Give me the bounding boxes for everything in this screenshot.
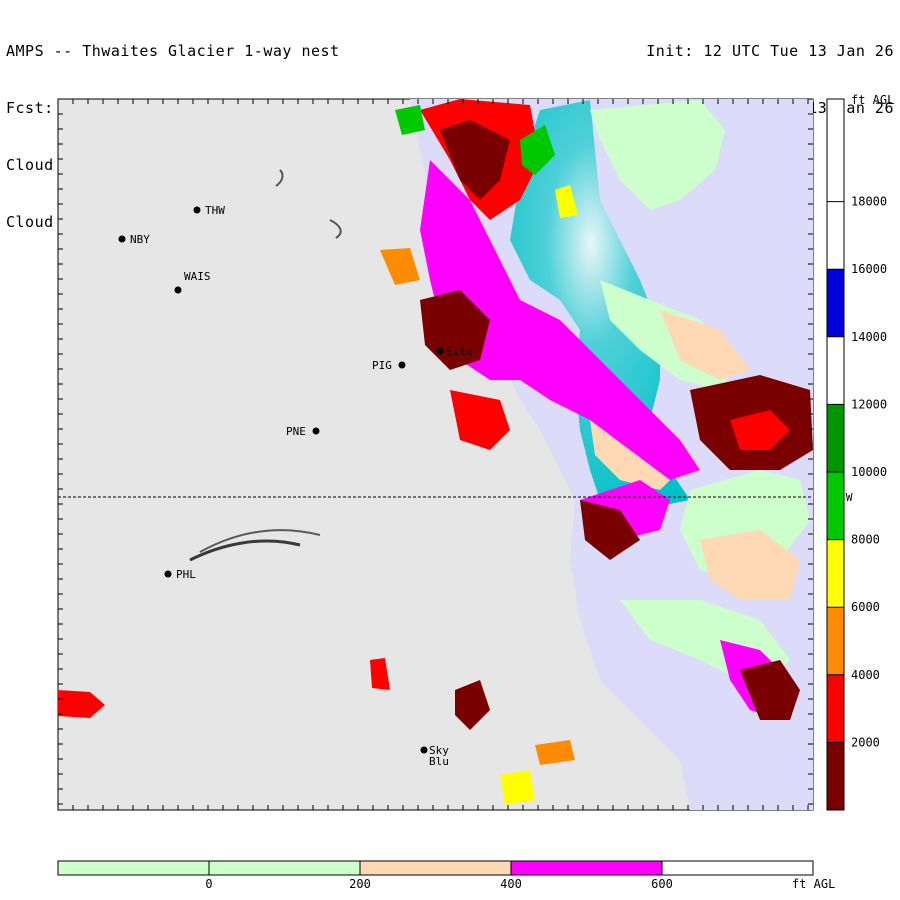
station-dot-pne bbox=[312, 427, 320, 435]
colorbar-bottom-tick-label: 600 bbox=[651, 877, 673, 891]
colorbar-bottom-segment bbox=[208, 860, 361, 876]
station-label-wais: WAIS bbox=[184, 270, 211, 283]
colorbar-right-tick-label: 6000 bbox=[851, 600, 880, 614]
colorbar-right-tick-label: 18000 bbox=[851, 195, 887, 209]
map-canvas: 90 W THWNBYWAISSitePIGPNEPHLSkyBlu ft AG… bbox=[57, 93, 894, 891]
colorbar-right-tick-label: 4000 bbox=[851, 668, 880, 682]
station-dot-sky bbox=[420, 746, 428, 754]
station-dot-phl bbox=[164, 570, 172, 578]
colorbar-right-tick-label: 2000 bbox=[851, 735, 880, 749]
yellow-patch-2 bbox=[500, 770, 535, 805]
station-label-blu: Blu bbox=[429, 755, 449, 768]
colorbar-bottom-tick-label: 0 bbox=[205, 877, 212, 891]
station-label-thw: THW bbox=[205, 204, 225, 217]
colorbar-bottom-segment bbox=[359, 860, 512, 876]
colorbar-bottom-unit: ft AGL bbox=[792, 877, 835, 891]
station-dot-wais bbox=[174, 286, 182, 294]
colorbar-right-segment bbox=[827, 539, 844, 608]
colorbar-bottom-tick-label: 400 bbox=[500, 877, 522, 891]
station-label-phl: PHL bbox=[176, 568, 196, 581]
colorbar-right-tick-label: 12000 bbox=[851, 397, 887, 411]
colorbar-right: ft AGL 2000 4000 6000 8000 10000 12000 14000 16… bbox=[826, 93, 894, 811]
station-dot-nby bbox=[118, 235, 126, 243]
station-dot-thw bbox=[193, 206, 201, 214]
colorbar-right-segment bbox=[827, 742, 844, 810]
colorbar-right-tick-label: 10000 bbox=[851, 465, 887, 479]
colorbar-right-segment bbox=[827, 404, 844, 472]
colorbar-right-tick-label: 14000 bbox=[851, 330, 887, 344]
colorbar-right-tick-label: 16000 bbox=[851, 262, 887, 276]
station-label-pig: PIG bbox=[372, 359, 392, 372]
colorbar-bottom-segment bbox=[510, 860, 663, 876]
colorbar-right-unit: ft AGL bbox=[851, 93, 894, 107]
colorbar-bottom-tick-label: 200 bbox=[349, 877, 371, 891]
station-dot-pig bbox=[398, 361, 406, 369]
colorbar-right-segment bbox=[827, 607, 844, 675]
colorbar-right-top bbox=[827, 99, 844, 270]
colorbar-right-segment bbox=[827, 269, 844, 337]
colorbar-right-segment bbox=[827, 472, 844, 540]
colorbar-bottom-segment bbox=[661, 860, 814, 876]
station-dot-site bbox=[436, 347, 444, 355]
colorbar-bottom: 0 200 400 600 bbox=[57, 860, 814, 891]
station-label-site: Site bbox=[446, 345, 473, 358]
station-label-nby: NBY bbox=[130, 233, 150, 246]
colorbar-right-segment bbox=[827, 336, 844, 405]
station-label-pne: PNE bbox=[286, 425, 306, 438]
colorbar-right-tick-label: 8000 bbox=[851, 533, 880, 547]
colorbar-bottom-segment bbox=[57, 860, 210, 876]
colorbar-right-segment bbox=[827, 674, 844, 743]
